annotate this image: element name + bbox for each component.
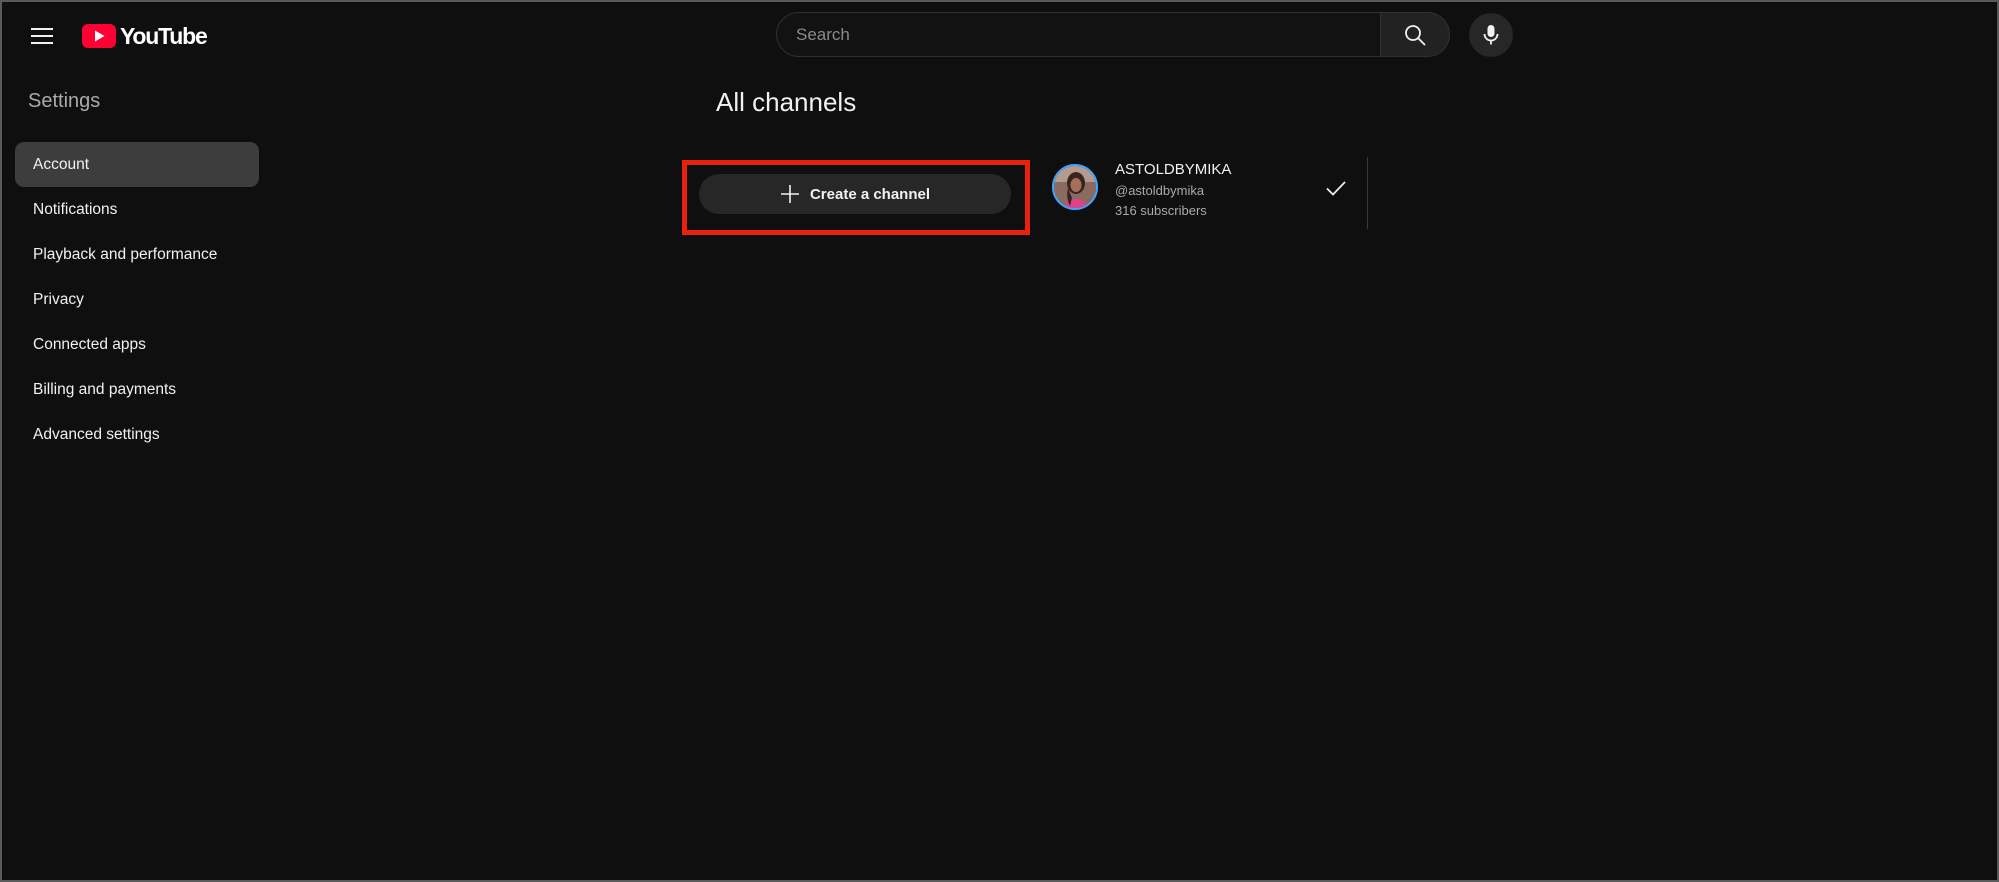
search-input[interactable] [776, 12, 1380, 57]
sidebar-item-connected-apps[interactable]: Connected apps [15, 322, 259, 367]
youtube-logo-icon [82, 24, 116, 48]
youtube-logo[interactable]: YouTube [82, 22, 208, 49]
channel-subscriber-count: 316 subscribers [1115, 203, 1207, 218]
create-channel-label: Create a channel [809, 185, 931, 203]
microphone-icon [1483, 25, 1499, 45]
plus-icon [780, 185, 799, 203]
youtube-logo-text: YouTube [120, 22, 208, 49]
channel-divider [1367, 157, 1368, 229]
voice-search-button[interactable] [1469, 13, 1513, 57]
sidebar-item-advanced-settings[interactable]: Advanced settings [15, 412, 259, 457]
sidebar-item-playback-and-performance[interactable]: Playback and performance [15, 232, 259, 277]
create-channel-button[interactable]: Create a channel [699, 174, 1011, 214]
sidebar-item-billing-and-payments[interactable]: Billing and payments [15, 367, 259, 412]
sidebar-item-privacy[interactable]: Privacy [15, 277, 259, 322]
sidebar-item-account[interactable]: Account [15, 142, 259, 187]
channel-card[interactable]: ASTOLDBYMIKA @astoldbymika 316 subscribe… [1049, 160, 1369, 230]
search-button[interactable] [1380, 12, 1450, 57]
hamburger-menu-icon [31, 28, 53, 44]
channel-avatar [1052, 164, 1098, 210]
channel-handle: @astoldbymika [1115, 183, 1205, 198]
page-title: All channels [716, 87, 857, 117]
sidebar-item-notifications[interactable]: Notifications [15, 187, 259, 232]
search-icon [1405, 24, 1426, 45]
settings-title: Settings [28, 90, 101, 112]
search-bar [776, 12, 1450, 57]
check-icon [1326, 181, 1346, 196]
youtube-settings-window: YouTube Settings Account Notifications P… [0, 0, 1999, 882]
hamburger-menu-button[interactable] [26, 22, 58, 50]
channel-name: ASTOLDBYMIKA [1115, 161, 1232, 178]
settings-sidebar: Account Notifications Playback and perfo… [15, 142, 259, 457]
